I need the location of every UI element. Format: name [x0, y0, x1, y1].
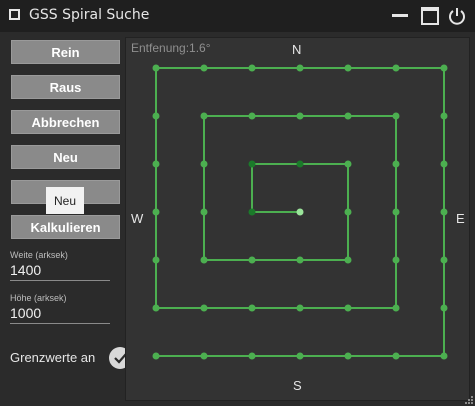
spiral-point: [152, 352, 160, 360]
window-title: GSS Spiral Suche: [29, 7, 150, 23]
kalkulieren-button[interactable]: Kalkulieren: [11, 215, 120, 239]
spiral-path: [152, 64, 448, 360]
spiral-point: [248, 160, 256, 168]
spiral-point: [392, 352, 400, 360]
spiral-canvas[interactable]: [125, 37, 470, 401]
spiral-point: [296, 304, 304, 312]
spiral-point: [296, 160, 304, 168]
compass-west: W: [131, 211, 144, 226]
spiral-point: [440, 112, 448, 120]
spiral-point: [152, 208, 160, 216]
spiral-point: [344, 256, 352, 264]
compass-east: E: [456, 211, 465, 226]
width-label: Weite (arksek): [10, 250, 68, 260]
height-label: Höhe (arksek): [10, 293, 67, 303]
minimize-icon[interactable]: [390, 6, 410, 26]
width-input[interactable]: 1400: [10, 262, 110, 281]
spiral-point: [296, 208, 304, 216]
spiral-point: [296, 112, 304, 120]
spiral-point: [200, 112, 208, 120]
tooltip: Neu: [46, 187, 84, 214]
spiral-point: [248, 352, 256, 360]
spiral-point: [152, 112, 160, 120]
spiral-point: [440, 352, 448, 360]
spiral-point: [296, 64, 304, 72]
limits-label: Grenzwerte an: [10, 350, 96, 365]
spiral-point: [296, 256, 304, 264]
spiral-point: [200, 304, 208, 312]
raus-button[interactable]: Raus: [11, 75, 120, 99]
spiral-point: [248, 256, 256, 264]
spiral-point: [344, 64, 352, 72]
spiral-point: [392, 160, 400, 168]
height-input[interactable]: 1000: [10, 305, 110, 324]
spiral-point: [200, 160, 208, 168]
spiral-point: [392, 208, 400, 216]
spiral-point: [344, 160, 352, 168]
distance-readout: Entfenung:1.6°: [131, 41, 211, 55]
spiral-point: [200, 352, 208, 360]
spiral-point: [248, 208, 256, 216]
title-bar: GSS Spiral Suche: [0, 0, 475, 32]
spiral-point: [440, 208, 448, 216]
spiral-point: [392, 112, 400, 120]
app-icon: [9, 9, 20, 20]
spiral-point: [200, 208, 208, 216]
spiral-point: [248, 64, 256, 72]
spiral-point: [392, 256, 400, 264]
spiral-point: [344, 208, 352, 216]
spiral-point: [152, 160, 160, 168]
spiral-point: [392, 64, 400, 72]
abbrechen-button[interactable]: Abbrechen: [11, 110, 120, 134]
spiral-point: [296, 352, 304, 360]
spiral-point: [440, 64, 448, 72]
spiral-point: [392, 304, 400, 312]
spiral-point: [440, 256, 448, 264]
maximize-icon[interactable]: [420, 6, 440, 26]
spiral-point: [440, 160, 448, 168]
spiral-point: [344, 112, 352, 120]
spiral-point: [152, 304, 160, 312]
spiral-point: [344, 304, 352, 312]
spiral-point: [152, 256, 160, 264]
spiral-point: [200, 256, 208, 264]
spiral-point: [440, 304, 448, 312]
compass-south: S: [293, 378, 302, 393]
spiral-point: [248, 304, 256, 312]
spiral-point: [248, 112, 256, 120]
spiral-point: [152, 64, 160, 72]
spiral-point: [344, 352, 352, 360]
compass-north: N: [292, 42, 302, 57]
rein-button[interactable]: Rein: [11, 40, 120, 64]
power-icon[interactable]: [447, 6, 467, 26]
spiral-point: [200, 64, 208, 72]
neu-button[interactable]: Neu: [11, 145, 120, 169]
resize-grip-icon[interactable]: [463, 394, 473, 404]
